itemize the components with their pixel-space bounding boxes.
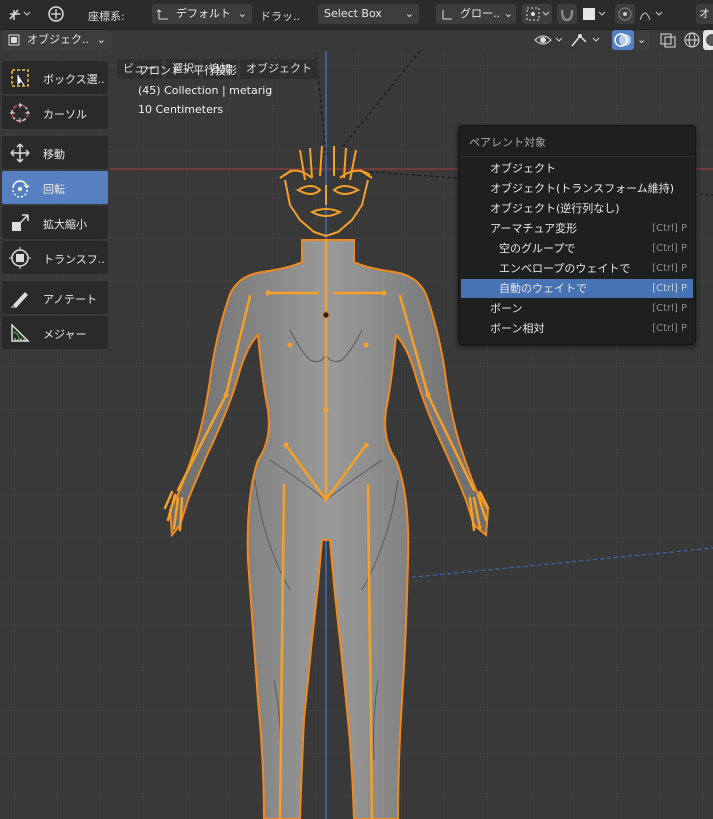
header-bar: 座標系: デフォルト ⌄ ドラッ.. Select Box ⌄ グロー.. ⌄ …: [0, 0, 713, 30]
tool-label: 移動: [43, 148, 65, 161]
menu-item-empty-groups[interactable]: 空のグループで [Ctrl] P: [461, 239, 693, 258]
menu-item-bone[interactable]: ボーン [Ctrl] P: [461, 299, 693, 318]
gizmo-dropdown[interactable]: [568, 30, 604, 50]
chevron-down-icon: ⌄: [404, 7, 414, 20]
collection-info: (45) Collection | metarig: [138, 84, 273, 97]
drag-label: ドラッ..: [260, 10, 300, 23]
chevron-down-icon: ⌄: [503, 7, 513, 20]
menu-item-object-without-inverse[interactable]: オブジェクト(逆行列なし): [461, 199, 693, 218]
object-mode-icon: [8, 34, 20, 46]
visibility-dropdown[interactable]: [532, 30, 566, 50]
popup-divider: [460, 156, 694, 157]
axis-gizmo-icon: [9, 9, 31, 20]
chevron-down-icon: ⌄: [237, 7, 247, 20]
mode-dropdown[interactable]: オブジェク.. ⌄: [3, 30, 111, 50]
snap-target-dropdown[interactable]: [579, 4, 609, 24]
solid-sphere-icon: [706, 34, 713, 46]
tool-annotate[interactable]: アノテート: [2, 281, 108, 314]
transform-icon: [9, 247, 31, 269]
xray-toggle[interactable]: [658, 30, 678, 50]
falloff-curve-icon: [639, 11, 663, 21]
menu-item-object-keep-transform[interactable]: オブジェクト(トランスフォーム維持): [461, 179, 693, 198]
menu-item-object[interactable]: オブジェクト: [461, 159, 693, 178]
tool-label: カーソル: [43, 108, 87, 121]
parent-menu-popup: ペアレント対象 オブジェクト オブジェクト(トランスフォーム維持) オブジェクト…: [458, 125, 696, 345]
pivot-icon: [48, 6, 64, 22]
transform-orientation-dropdown[interactable]: グロー.. ⌄: [436, 4, 516, 24]
box-select-icon: [11, 69, 29, 87]
cursor-icon: [10, 103, 30, 123]
tool-box-select[interactable]: ボックス選..: [2, 61, 108, 94]
menu-item-automatic-weights[interactable]: 自動のウェイトで [Ctrl] P: [461, 279, 693, 298]
measure-icon: [11, 323, 30, 342]
coord-system-dropdown[interactable]: デフォルト ⌄: [152, 4, 252, 24]
tool-transform[interactable]: トランスフ..: [2, 241, 108, 274]
pivot-point-icon: [526, 7, 550, 21]
overlay-toggle[interactable]: [612, 30, 634, 50]
chevron-down-icon: ⌄: [96, 33, 106, 46]
wireframe-shading-button[interactable]: [682, 30, 702, 50]
select-mode-dropdown[interactable]: Select Box ⌄: [318, 4, 419, 24]
chevron-down-icon: ⌄: [637, 33, 647, 46]
proportional-edit-toggle[interactable]: [615, 4, 635, 24]
menu-item-bone-relative[interactable]: ボーン相対 [Ctrl] P: [461, 319, 693, 338]
options-dropdown[interactable]: オ: [696, 4, 713, 24]
menu-item-armature-deform[interactable]: アーマチュア変形 [Ctrl] P: [461, 219, 693, 238]
tool-label: トランスフ..: [43, 253, 105, 266]
grid-scale-info: 10 Centimeters: [138, 103, 224, 116]
tool-label: ボックス選..: [43, 73, 105, 86]
gizmo-icon: [571, 34, 600, 47]
transform-pivot-button[interactable]: [44, 4, 68, 24]
tool-label: 回転: [43, 183, 65, 196]
tool-move[interactable]: 移動: [2, 136, 108, 169]
tool-measure[interactable]: メジャー: [2, 316, 108, 349]
annotate-icon: [11, 292, 28, 308]
tool-label: 拡大縮小: [43, 218, 87, 231]
move-icon: [10, 143, 30, 163]
transform-axes-icon: [156, 9, 168, 20]
eye-icon: [534, 35, 563, 45]
wireframe-sphere-icon: [684, 32, 700, 48]
tool-rotate[interactable]: 回転: [2, 171, 108, 204]
tool-cursor[interactable]: カーソル: [2, 96, 108, 129]
proportional-edit-icon: [618, 7, 632, 21]
snap-toggle[interactable]: [557, 4, 577, 24]
menu-item-envelope-weights[interactable]: エンベロープのウェイトで [Ctrl] P: [461, 259, 693, 278]
coord-system-label: 座標系:: [88, 10, 125, 23]
xray-icon: [660, 33, 676, 48]
tool-label: アノテート: [43, 293, 98, 306]
snap-element-icon: [583, 8, 606, 20]
pivot-point-dropdown[interactable]: [522, 4, 552, 24]
scale-icon: [12, 214, 29, 231]
overlay-dropdown[interactable]: ⌄: [634, 30, 650, 50]
view-name: フロント・平行投影: [138, 64, 237, 77]
magnet-icon: [560, 9, 574, 22]
menu-object[interactable]: オブジェクト: [240, 59, 318, 79]
viewport-header: オブジェク.. ⌄ ビュー 選択 追加 オブジェクト ⌄: [0, 29, 713, 79]
editor-type-button[interactable]: [4, 4, 34, 24]
tool-label: メジャー: [43, 328, 87, 341]
solid-shading-button[interactable]: [703, 30, 713, 50]
rotate-icon: [12, 180, 30, 198]
tool-scale[interactable]: 拡大縮小: [2, 206, 108, 239]
orientation-icon: [442, 10, 452, 20]
overlay-icon: [614, 33, 631, 47]
popup-title: ペアレント対象: [469, 136, 546, 149]
falloff-dropdown[interactable]: [637, 4, 667, 24]
